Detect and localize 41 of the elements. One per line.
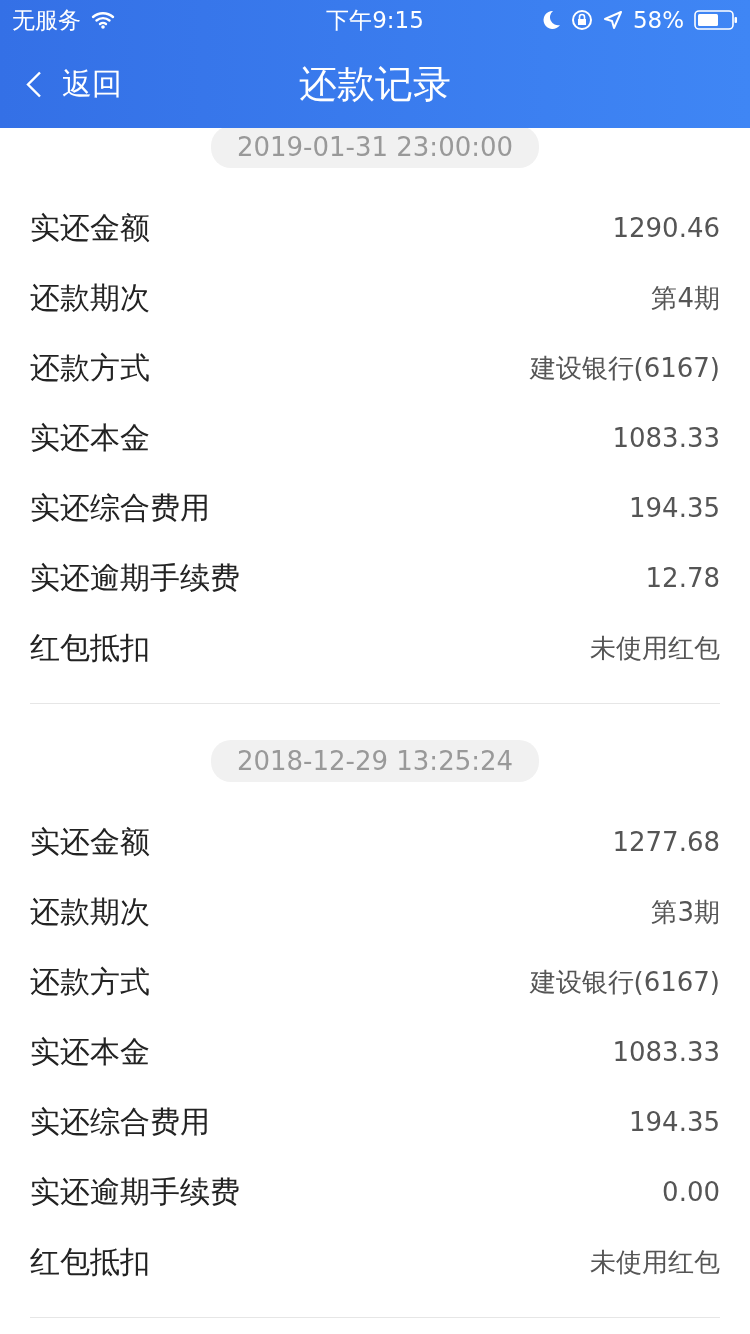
battery-percent: 58% (632, 7, 684, 33)
field-label: 还款期次 (30, 892, 150, 931)
wifi-icon (91, 11, 115, 29)
field-label: 红包抵扣 (30, 628, 150, 667)
field-label: 实还本金 (30, 418, 150, 457)
field-value: 12.78 (645, 563, 720, 593)
field-value: 第4期 (651, 281, 720, 315)
location-arrow-icon (602, 10, 623, 30)
field-label: 实还综合费用 (30, 488, 210, 527)
field-label: 实还逾期手续费 (30, 558, 240, 597)
date-label: 2019-01-31 23:00:00 (210, 126, 540, 168)
field-value: 1083.33 (612, 1037, 720, 1067)
field-value: 未使用红包 (590, 1245, 720, 1279)
field-value: 建设银行(6167) (529, 965, 720, 999)
field-label: 实还金额 (30, 822, 150, 861)
field-label: 还款方式 (30, 348, 150, 387)
field-label: 还款方式 (30, 962, 150, 1001)
field-value: 194.35 (629, 493, 720, 523)
page-title: 还款记录 (299, 60, 451, 108)
field-value: 建设银行(6167) (529, 351, 720, 385)
battery-icon (694, 10, 738, 30)
date-label: 2018-12-29 13:25:24 (210, 740, 540, 782)
field-label: 实还本金 (30, 1032, 150, 1071)
field-label: 红包抵扣 (30, 1242, 150, 1281)
field-value: 1290.46 (612, 213, 720, 243)
field-label: 实还逾期手续费 (30, 1172, 240, 1211)
carrier-text: 无服务 (12, 5, 81, 35)
moon-icon (542, 10, 561, 30)
field-value: 194.35 (629, 1107, 720, 1137)
field-value: 0.00 (662, 1177, 720, 1207)
field-label: 实还综合费用 (30, 1102, 210, 1141)
field-value: 1277.68 (612, 827, 720, 857)
back-button[interactable]: 返回 (26, 63, 122, 105)
field-value: 1083.33 (612, 423, 720, 453)
field-value: 未使用红包 (590, 631, 720, 665)
rotation-lock-icon (570, 9, 593, 31)
clock-text: 下午9:15 (326, 5, 424, 35)
chevron-left-icon (26, 70, 42, 98)
field-label: 实还金额 (30, 208, 150, 247)
field-label: 还款期次 (30, 278, 150, 317)
field-value: 第3期 (651, 895, 720, 929)
